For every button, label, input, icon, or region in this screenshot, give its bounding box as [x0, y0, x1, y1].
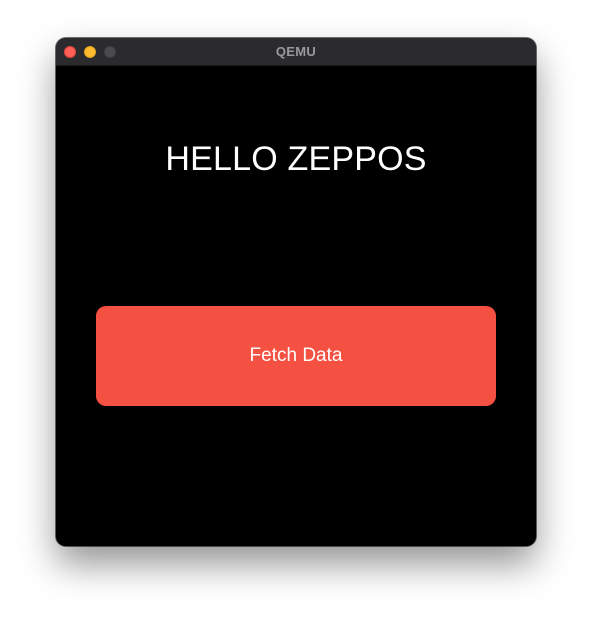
- title-bar[interactable]: QEMU: [56, 38, 536, 66]
- qemu-window: QEMU HELLO ZEPPOS Fetch Data: [56, 38, 536, 546]
- device-screen: HELLO ZEPPOS Fetch Data: [56, 66, 536, 546]
- fetch-data-button[interactable]: Fetch Data: [96, 306, 496, 406]
- window-title: QEMU: [275, 44, 317, 59]
- fetch-data-button-label: Fetch Data: [249, 345, 343, 366]
- page-title: HELLO ZEPPOS: [165, 140, 427, 178]
